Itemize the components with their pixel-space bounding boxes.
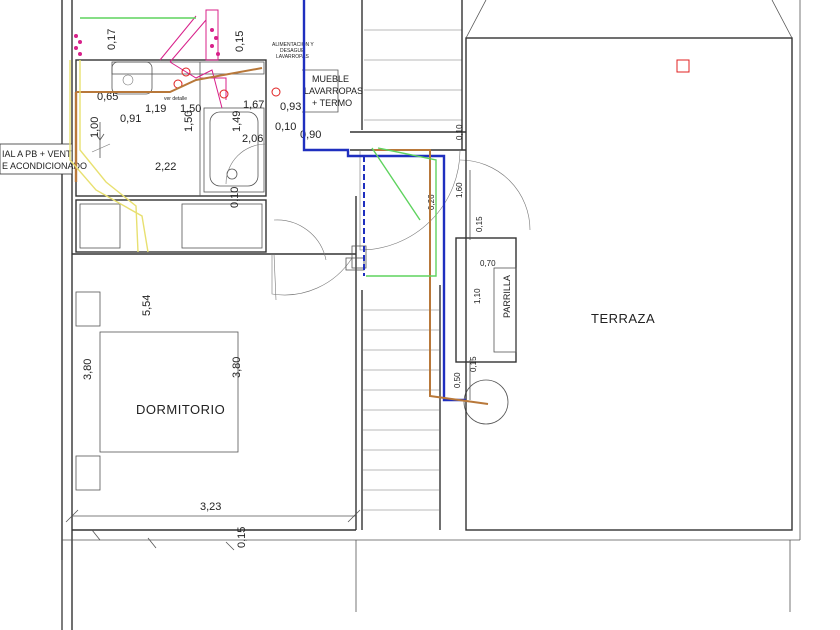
dim-110: 1,10 [473,288,482,304]
dim-100: 1,00 [89,117,101,138]
floor-plan: 0,17 0,15 0,65 1,19 0,91 1,50 1,67 0,93 … [0,0,801,630]
dim-070a: 0,70 [480,259,496,268]
dim-150b: 1,50 [183,111,195,132]
dim-149: 1,49 [231,111,243,132]
dim-050: 0,50 [453,372,462,388]
bathroom: 0,17 0,15 0,65 1,19 0,91 1,50 1,67 0,93 … [61,0,321,630]
dim-015c: 0,15 [475,216,484,232]
dim-323: 3,23 [200,501,221,513]
dim-017: 0,17 [106,29,118,50]
room-label-parrilla: PARRILLA [502,275,512,318]
room-label-terraza: TERRAZA [591,311,655,326]
dim-206: 2,06 [242,133,263,145]
dim-026: 0,26 [427,194,436,210]
artefacto-note: ver detalle [164,96,187,102]
dim-015-top: 0,15 [234,31,246,52]
mueble-line3: + TERMO [312,98,352,108]
dim-010c: 0,10 [455,124,464,140]
dim-167: 1,67 [243,99,264,111]
dim-010b: 0,10 [229,187,241,208]
red-marker [676,59,690,73]
dim-160: 1,60 [455,182,464,198]
dim-119: 1,19 [145,103,166,115]
mueble-line2: LAVARROPAS [304,86,363,96]
stairs [345,0,531,530]
mueble-line1: MUEBLE [312,74,349,84]
dim-380-left: 3,80 [82,359,94,380]
dim-222: 2,22 [155,161,176,173]
dim-554: 5,54 [141,295,153,316]
vent-line2: E ACONDICIONADO [2,161,87,171]
dim-093: 0,93 [280,101,301,113]
dim-380-inner: 3,80 [231,357,243,378]
room-label-dormitorio: DORMITORIO [136,402,225,417]
dim-010a: 0,10 [275,121,296,133]
dim-015-bottom: 0,15 [236,527,248,548]
dim-091: 0,91 [120,113,141,125]
vent-line1: IAL A PB + VENT [2,149,72,159]
